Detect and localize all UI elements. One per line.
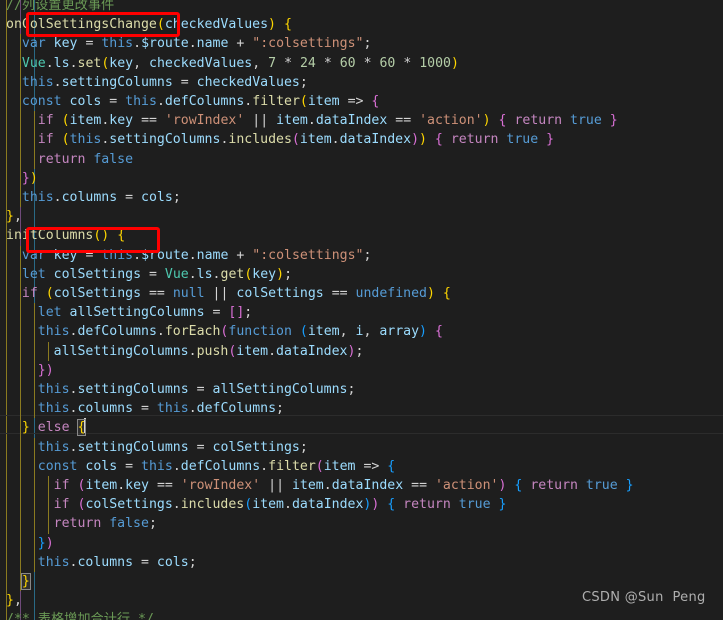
code-line-12[interactable]: },: [0, 207, 723, 226]
code-token-function-name: initColumns: [6, 228, 94, 244]
code-line-14[interactable]: var key = this.$route.name + ":colsettin…: [0, 245, 723, 265]
code-line-19[interactable]: allSettingColumns.push(item.dataIndex);: [0, 341, 723, 361]
code-line-9[interactable]: return false: [0, 149, 723, 169]
code-line-27[interactable]: if (colSettings.includes(item.dataIndex)…: [0, 495, 723, 515]
code-line-4[interactable]: Vue.ls.set(key, checkedValues, 7 * 24 * …: [0, 53, 723, 73]
code-line-23[interactable]: } else {: [0, 418, 723, 438]
bracket-match-close: }: [20, 573, 31, 590]
code-token-block-comment: /** 表格增加合计行 */: [6, 612, 154, 620]
code-line-5[interactable]: this.settingColumns = checkedValues;: [0, 72, 723, 92]
code-line-6[interactable]: const cols = this.defColumns.filter(item…: [0, 92, 723, 112]
code-line-26[interactable]: if (item.key == 'rowIndex' || item.dataI…: [0, 476, 723, 496]
code-line-17[interactable]: let allSettingColumns = [];: [0, 303, 723, 323]
code-line-8[interactable]: if (this.settingColumns.includes(item.da…: [0, 130, 723, 150]
code-line-16[interactable]: if (colSettings == null || colSettings =…: [0, 284, 723, 304]
code-token-comment: //列设置更改事件: [6, 0, 115, 13]
code-line-7[interactable]: if (item.key == 'rowIndex' || item.dataI…: [0, 111, 723, 131]
code-line-1[interactable]: //列设置更改事件: [0, 0, 723, 15]
code-line-13[interactable]: initColumns() {: [0, 226, 723, 245]
text-cursor: [84, 418, 87, 434]
code-line-15[interactable]: let colSettings = Vue.ls.get(key);: [0, 264, 723, 284]
code-line-33[interactable]: /** 表格增加合计行 */: [0, 610, 723, 620]
code-line-3[interactable]: var key = this.$route.name + ":colsettin…: [0, 34, 723, 54]
code-line-25[interactable]: const cols = this.defColumns.filter(item…: [0, 456, 723, 476]
code-line-10[interactable]: }): [0, 168, 723, 188]
code-line-21[interactable]: this.settingColumns = allSettingColumns;: [0, 380, 723, 400]
code-line-2[interactable]: onColSettingsChange(checkedValues) {: [0, 15, 723, 34]
code-line-11[interactable]: this.columns = cols;: [0, 188, 723, 208]
code-line-28[interactable]: return false;: [0, 514, 723, 534]
code-line-29[interactable]: }): [0, 533, 723, 553]
code-token-function-name: onColSettingsChange: [6, 17, 157, 33]
code-line-18[interactable]: this.defColumns.forEach(function (item, …: [0, 322, 723, 342]
code-line-24[interactable]: this.settingColumns = colSettings;: [0, 437, 723, 457]
code-line-20[interactable]: }): [0, 360, 723, 380]
code-editor[interactable]: //列设置更改事件 onColSettingsChange(checkedVal…: [0, 0, 723, 620]
code-line-22[interactable]: this.columns = this.defColumns;: [0, 399, 723, 419]
csdn-watermark: CSDN @Sun Peng: [582, 590, 706, 605]
code-line-30[interactable]: this.columns = cols;: [0, 552, 723, 572]
